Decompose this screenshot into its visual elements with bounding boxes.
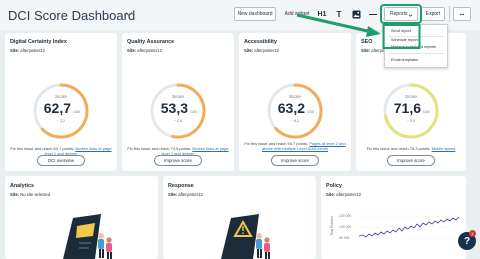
card-analytics: Analytics Site: No site selected bbox=[5, 176, 158, 259]
fix-description: Fix this issue and reach 94,7 points: Pa… bbox=[244, 141, 346, 151]
score-label: Score bbox=[171, 94, 184, 99]
score-value: 62,7 bbox=[43, 100, 71, 116]
card-title: Quality Assurance bbox=[127, 39, 175, 45]
card-response: Response Site: afterposter12 bbox=[163, 176, 316, 259]
policy-line-chart bbox=[359, 215, 459, 239]
score-delta: − 0,5 bbox=[406, 119, 416, 123]
card-site: Site: afterposter12 bbox=[168, 192, 203, 197]
dashboard-title[interactable]: DCI Score Dashboard bbox=[8, 8, 135, 23]
card-site: Site: afterposter12 bbox=[244, 48, 279, 53]
dci-overview-button[interactable]: DCI overview bbox=[37, 155, 85, 166]
improve-score-button[interactable]: Improve score bbox=[271, 155, 319, 166]
more-options-button[interactable]: ••• bbox=[453, 7, 471, 21]
card-site: Site: afterposter12 bbox=[326, 192, 361, 197]
menu-divider bbox=[389, 36, 445, 37]
card-site: Site: No site selected bbox=[10, 192, 51, 197]
score-max: /100 bbox=[73, 110, 80, 114]
reports-button-label: Reports bbox=[390, 11, 408, 17]
card-title: Policy bbox=[326, 183, 342, 189]
card-title: Analytics bbox=[10, 183, 34, 189]
text-tool-button[interactable]: T bbox=[334, 8, 344, 20]
score-label: Score bbox=[54, 94, 67, 99]
score-delta: − 3,2 bbox=[56, 119, 66, 123]
chevron-down-icon[interactable] bbox=[124, 9, 134, 19]
notification-badge: 1 bbox=[469, 230, 476, 237]
score-value: 53,3 bbox=[160, 100, 188, 116]
score-value: 63,2 bbox=[277, 100, 305, 116]
policy-y-tick: 80 000 bbox=[339, 236, 350, 240]
card-quality-assurance: Quality Assurance Site: afterposter12 Sc… bbox=[122, 33, 234, 171]
card-title: SEO bbox=[361, 39, 373, 45]
policy-y-tick: 100 000 bbox=[339, 225, 352, 229]
score-max: /100 bbox=[190, 110, 197, 114]
response-illustration bbox=[221, 214, 270, 259]
card-title: Digital Certainty Index bbox=[10, 39, 67, 45]
card-title: Accessibility bbox=[244, 39, 277, 45]
card-title: Response bbox=[168, 183, 194, 189]
policy-y-tick: 120 000 bbox=[339, 214, 352, 218]
policy-y-axis-label: Total Policies bbox=[329, 216, 334, 236]
analytics-illustration bbox=[63, 214, 112, 259]
menu-item-schedule-report[interactable]: Schedule report bbox=[391, 38, 418, 42]
improve-score-button[interactable]: Improve score bbox=[154, 155, 202, 166]
reports-dropdown: Send report Schedule report Manage sched… bbox=[384, 24, 448, 68]
score-value: 71,6 bbox=[393, 100, 421, 116]
card-site: Site: afterposter12 bbox=[10, 48, 45, 53]
fix-description: Fix this issue and reach 78,3 points: Mo… bbox=[366, 146, 456, 151]
divider-tool-icon[interactable] bbox=[369, 14, 377, 16]
card-policy: Policy Site: afterposter12 Total Policie… bbox=[321, 176, 466, 259]
score-label: Score bbox=[288, 94, 301, 99]
menu-item-email-templates[interactable]: Email templates bbox=[391, 58, 418, 62]
improve-score-button[interactable]: Improve score bbox=[387, 155, 435, 166]
score-max: /100 bbox=[423, 110, 430, 114]
image-icon[interactable] bbox=[352, 10, 361, 19]
score-max: /100 bbox=[307, 110, 314, 114]
export-button[interactable]: Export bbox=[421, 7, 445, 21]
card-accessibility: Accessibility Site: afterposter12 Score … bbox=[239, 33, 351, 171]
score-delta: − 2,6 bbox=[173, 119, 183, 123]
menu-item-send-report[interactable]: Send report bbox=[391, 29, 411, 33]
header-divider bbox=[449, 6, 450, 22]
menu-divider bbox=[389, 53, 445, 54]
new-dashboard-button[interactable]: New dashboard bbox=[234, 7, 276, 21]
score-label: Score bbox=[404, 94, 417, 99]
chevron-down-icon bbox=[408, 14, 413, 17]
card-site: Site: afterposter12 bbox=[127, 48, 162, 53]
card-dci: Digital Certainty Index Site: afterposte… bbox=[5, 33, 117, 171]
issue-link[interactable]: Mobile speed bbox=[432, 146, 456, 151]
score-delta: − 8,2 bbox=[290, 119, 300, 123]
reports-button[interactable]: Reports bbox=[384, 7, 418, 21]
